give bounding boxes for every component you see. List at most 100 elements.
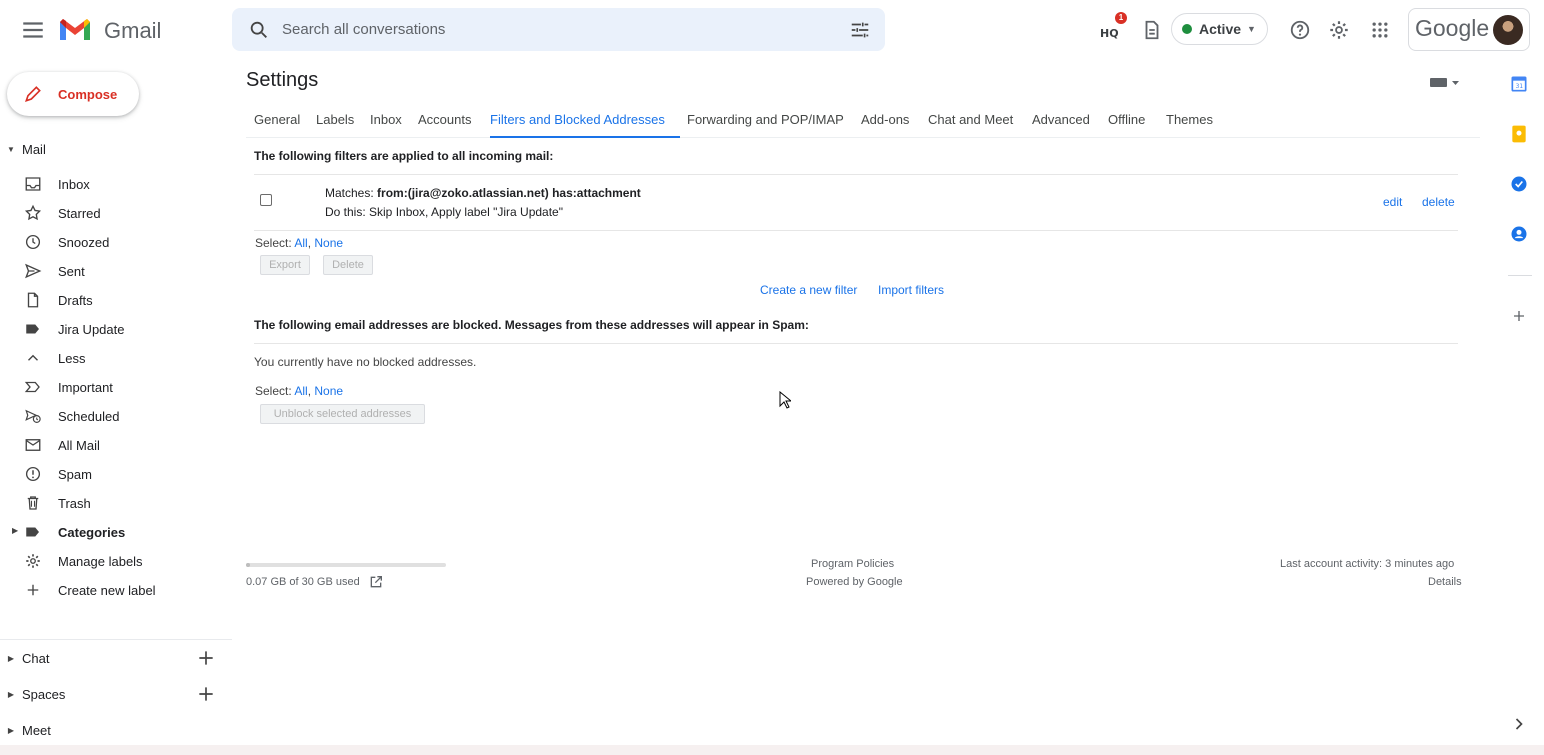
label-icon — [26, 527, 39, 537]
tab-advanced[interactable]: Advanced — [1032, 112, 1090, 127]
blocked-heading: The following email addresses are blocke… — [254, 318, 809, 332]
tab-themes[interactable]: Themes — [1166, 112, 1213, 127]
tab-filters-and-blocked-addresses[interactable]: Filters and Blocked Addresses — [490, 112, 665, 127]
edit-filter-link[interactable]: edit — [1383, 195, 1402, 209]
filter-matches: Matches: from:(jira@zoko.atlassian.net) … — [325, 186, 641, 200]
export-button[interactable]: Export — [260, 255, 310, 275]
filter-action: Do this: Skip Inbox, Apply label "Jira U… — [325, 205, 563, 219]
sidebar-item-starred[interactable]: Starred — [0, 199, 232, 227]
add-chat-icon[interactable] — [196, 648, 216, 668]
tab-inbox[interactable]: Inbox — [370, 112, 402, 127]
tab-labels[interactable]: Labels — [316, 112, 354, 127]
caret-right-icon: ▶ — [12, 526, 19, 535]
keep-icon[interactable] — [1509, 124, 1529, 144]
avatar[interactable] — [1493, 15, 1523, 45]
svg-text:31: 31 — [1516, 84, 1524, 90]
delete-filter-link[interactable]: delete — [1422, 195, 1455, 209]
inbox-icon — [25, 177, 41, 191]
contacts-icon[interactable] — [1509, 224, 1529, 244]
select-none-blocked-link[interactable]: None — [314, 384, 343, 398]
bottom-strip — [0, 745, 1544, 755]
delete-button[interactable]: Delete — [323, 255, 373, 275]
sidebar-item-label: Spam — [58, 467, 92, 482]
hq-extension-icon[interactable]: HQ 1 — [1096, 12, 1127, 44]
spaces-section-header[interactable]: ▶ Spaces — [0, 684, 65, 704]
important-icon — [24, 381, 40, 393]
active-tab-indicator — [490, 136, 680, 138]
spam-icon — [25, 466, 41, 482]
status-dot-icon — [1182, 24, 1192, 34]
side-panel: 31 — [1496, 60, 1544, 755]
sidebar-item-label: Starred — [58, 206, 101, 221]
tab-chat-and-meet[interactable]: Chat and Meet — [928, 112, 1013, 127]
document-extension-icon[interactable] — [1138, 16, 1166, 44]
sidebar-item-all-mail[interactable]: All Mail — [0, 431, 232, 459]
tasks-icon[interactable] — [1509, 174, 1529, 194]
sidebar-item-sent[interactable]: Sent — [0, 257, 232, 285]
sidebar-item-label: All Mail — [58, 438, 100, 453]
storage-used: 0.07 GB of 30 GB used — [246, 576, 360, 588]
search-icon[interactable] — [248, 19, 270, 41]
mail-section-header[interactable]: ▼ Mail — [0, 139, 46, 159]
import-filters-link[interactable]: Import filters — [878, 283, 944, 297]
settings-gear-icon[interactable] — [1325, 16, 1353, 44]
tab-general[interactable]: General — [254, 112, 300, 127]
sidebar-item-drafts[interactable]: Drafts — [0, 286, 232, 314]
sidebar: Compose ▼ Mail Inbox Starred Snoozed Sent Dr… — [0, 60, 232, 755]
sidebar-item-label: Trash — [58, 496, 91, 511]
select-none-filters-link[interactable]: None — [314, 236, 343, 250]
sidebar-item-label: Inbox — [58, 177, 90, 192]
sidebar-item-inbox[interactable]: Inbox — [0, 170, 232, 198]
tab-offline[interactable]: Offline — [1108, 112, 1145, 127]
sidebar-item-less[interactable]: Less — [0, 344, 232, 372]
divider — [254, 174, 1458, 175]
tab-add-ons[interactable]: Add-ons — [861, 112, 909, 127]
add-space-icon[interactable] — [196, 684, 216, 704]
calendar-icon[interactable]: 31 — [1509, 74, 1529, 94]
details-link[interactable]: Details — [1428, 576, 1462, 588]
chat-section-header[interactable]: ▶ Chat — [0, 648, 50, 668]
sidebar-item-categories[interactable]: ▶ Categories — [0, 518, 232, 546]
storage-bar-fill — [246, 563, 250, 567]
meet-section-header[interactable]: ▶ Meet — [0, 720, 51, 740]
tab-accounts[interactable]: Accounts — [418, 112, 471, 127]
sidebar-item-label: Sent — [58, 264, 85, 279]
program-policies-link[interactable]: Program Policies — [811, 558, 894, 570]
storage-bar — [246, 563, 446, 567]
chevron-up-icon — [28, 354, 38, 361]
sidebar-item-manage-labels[interactable]: Manage labels — [0, 547, 232, 575]
caret-down-icon: ▼ — [1247, 24, 1256, 34]
sidebar-item-label: Categories — [58, 525, 126, 540]
sidebar-item-label: Snoozed — [58, 235, 110, 250]
last-account-activity: Last account activity: 3 minutes ago — [1280, 558, 1455, 570]
unblock-selected-button[interactable]: Unblock selected addresses — [260, 404, 425, 424]
account-switcher[interactable]: Google — [1408, 8, 1530, 51]
sidebar-item-trash[interactable]: Trash — [0, 489, 232, 517]
plus-icon — [27, 584, 39, 596]
gmail-logo-icon[interactable] — [58, 16, 92, 44]
search-options-icon[interactable] — [849, 19, 871, 41]
sidebar-item-create-new-label[interactable]: Create new label — [0, 576, 232, 604]
open-in-new-icon[interactable] — [368, 574, 384, 590]
caret-right-icon: ▶ — [7, 725, 15, 735]
status-dropdown[interactable]: Active ▼ — [1171, 13, 1268, 45]
compose-button[interactable]: Compose — [7, 72, 139, 116]
keyboard-input-icon[interactable] — [1430, 76, 1460, 90]
tab-forwarding-and-pop-imap[interactable]: Forwarding and POP/IMAP — [687, 112, 844, 127]
select-all-filters-link[interactable]: All — [294, 236, 307, 250]
apps-grid-icon[interactable] — [1366, 16, 1394, 44]
sidebar-item-spam[interactable]: Spam — [0, 460, 232, 488]
search-input[interactable] — [282, 8, 822, 51]
help-icon[interactable] — [1286, 16, 1314, 44]
filter-checkbox[interactable] — [260, 194, 272, 206]
sidebar-item-scheduled[interactable]: Scheduled — [0, 402, 232, 430]
select-all-blocked-link[interactable]: All — [294, 384, 307, 398]
sidebar-item-snoozed[interactable]: Snoozed — [0, 228, 232, 256]
gmail-wordmark: Gmail — [104, 18, 162, 43]
sidebar-item-jira-update[interactable]: Jira Update — [0, 315, 232, 343]
sidebar-item-important[interactable]: Important — [0, 373, 232, 401]
hamburger-menu-icon[interactable] — [20, 17, 46, 43]
get-addons-plus-icon[interactable] — [1509, 306, 1529, 326]
create-new-filter-link[interactable]: Create a new filter — [760, 283, 857, 297]
chevron-right-icon[interactable] — [1509, 714, 1529, 734]
